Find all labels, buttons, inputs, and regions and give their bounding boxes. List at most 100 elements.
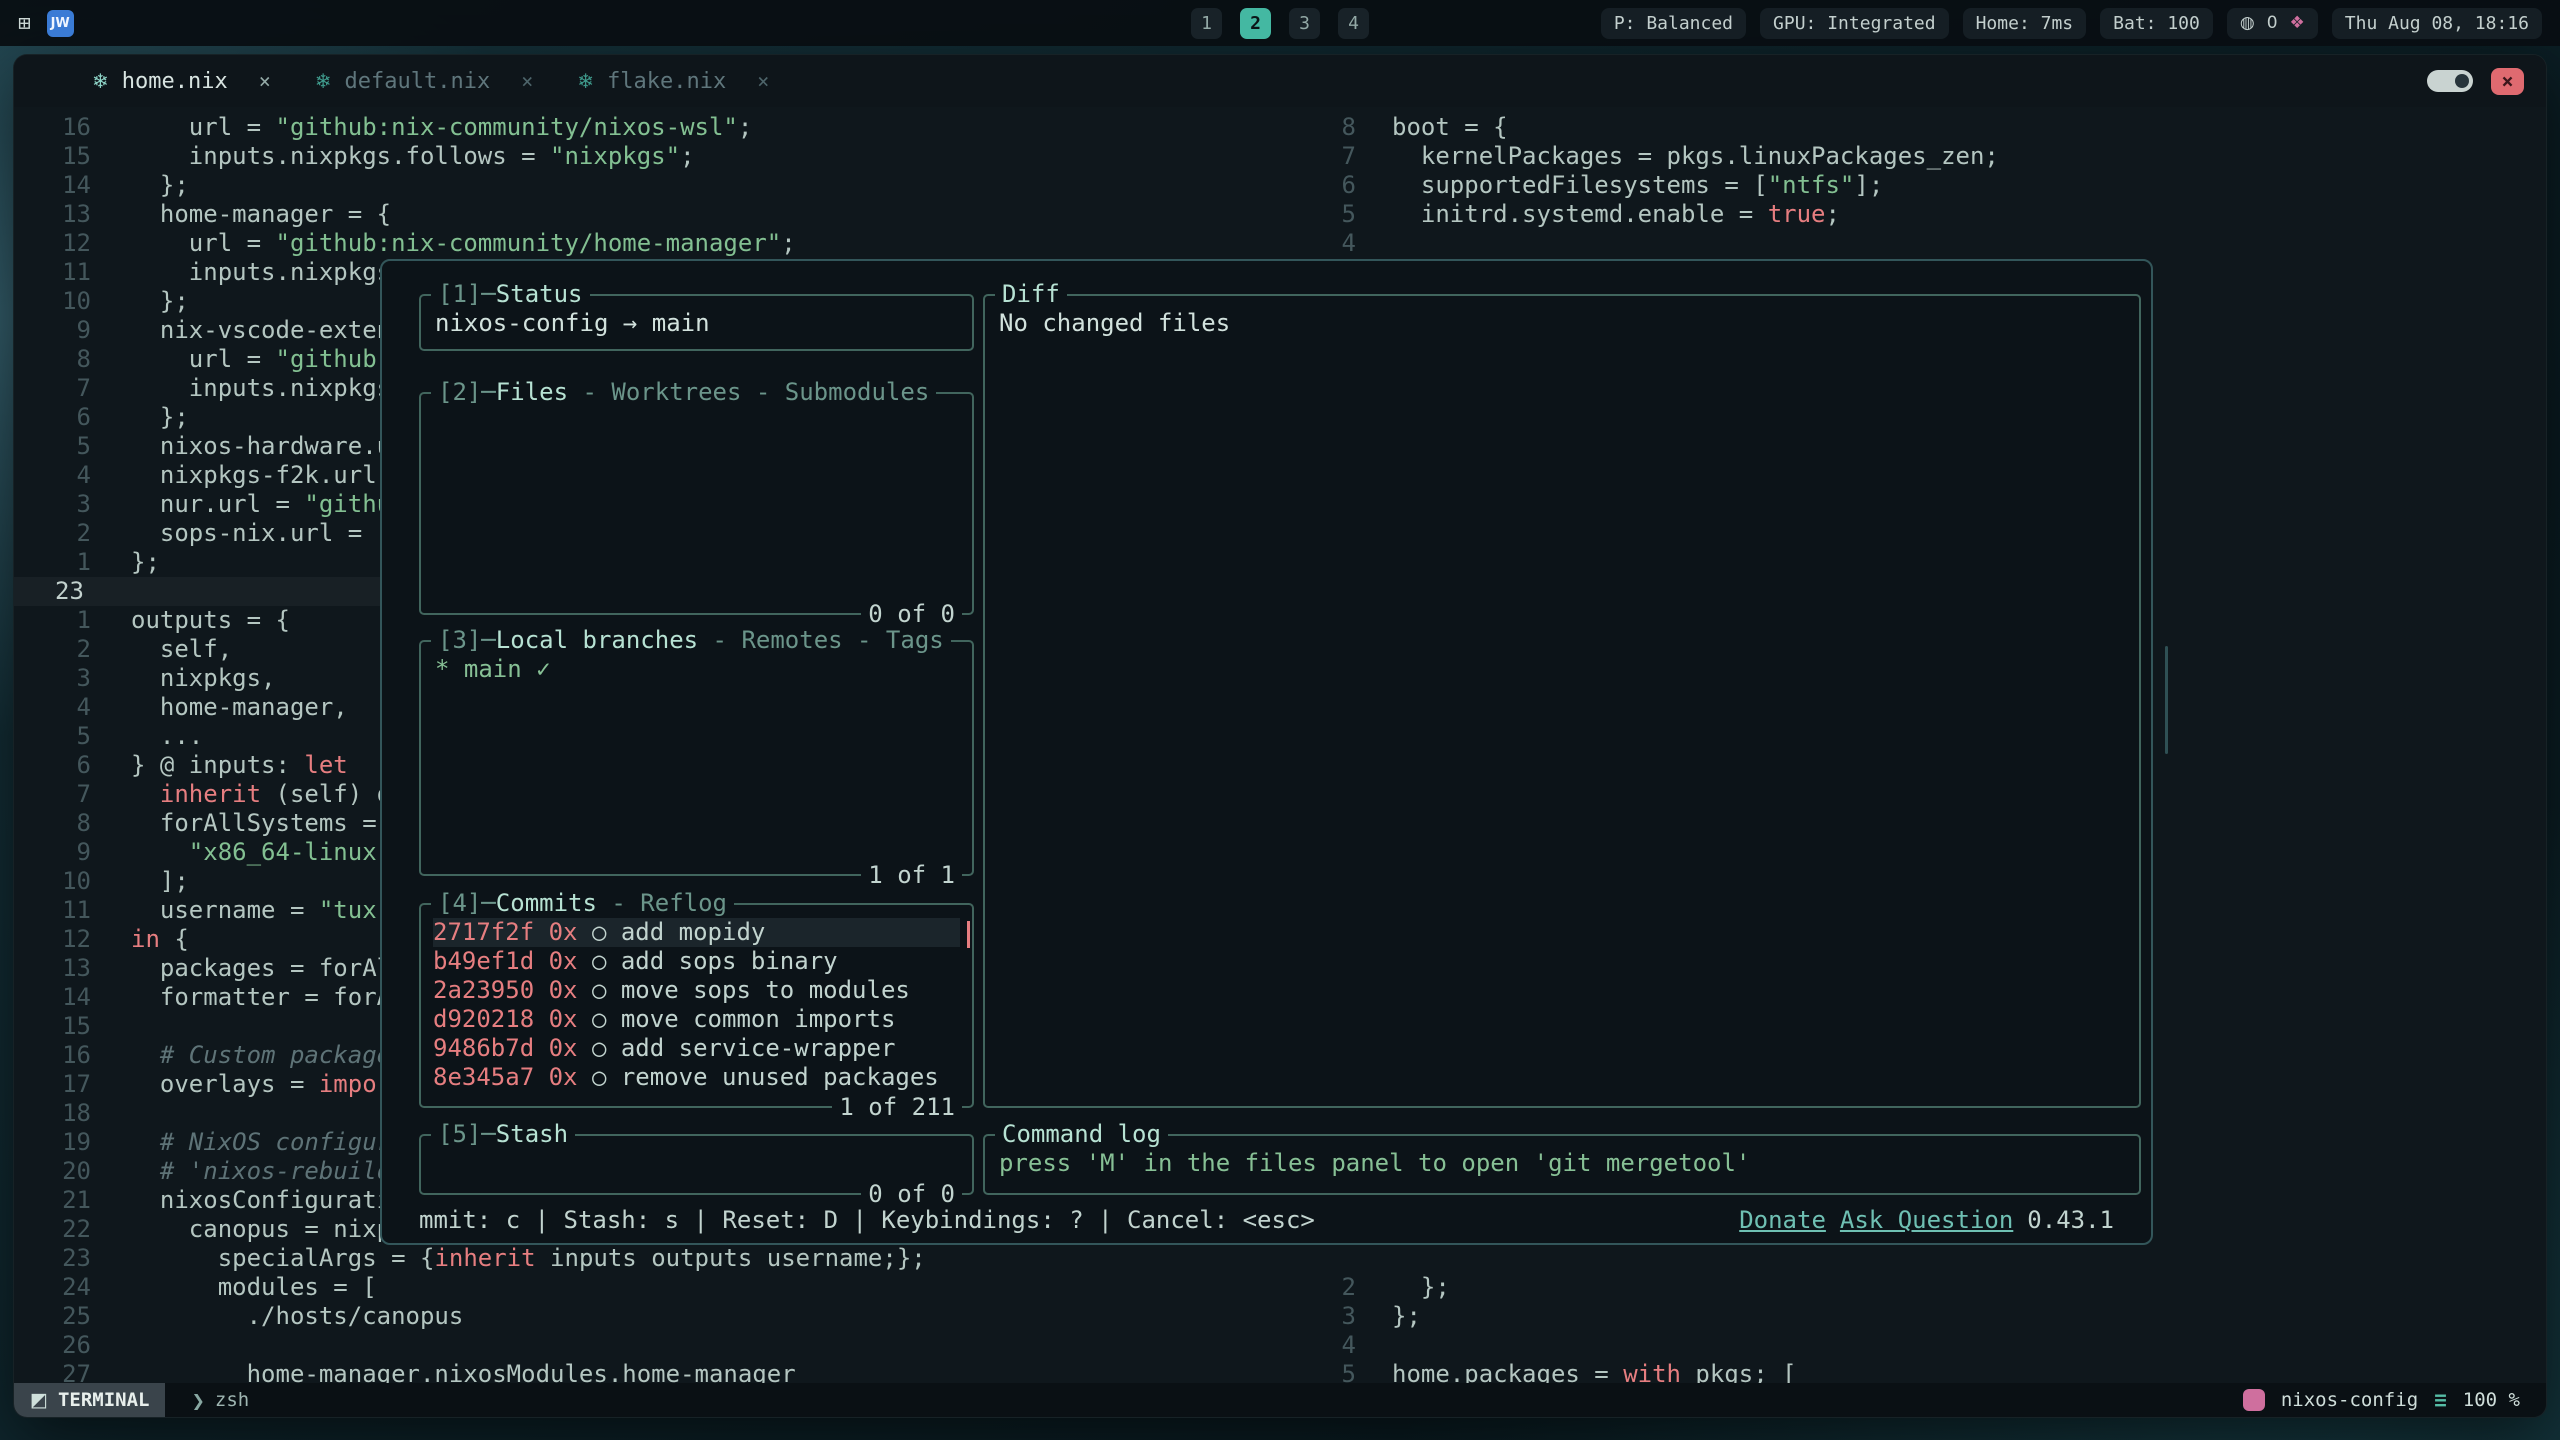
lazygit-files-panel[interactable]: [2]─Files - Worktrees - Submodules 0 of … [419, 392, 974, 615]
code-line: 2 }; [1307, 1273, 2546, 1302]
shell-icon: ❯ [191, 1391, 204, 1410]
tab-close-icon[interactable]: × [259, 69, 271, 93]
code-line: 26 [14, 1331, 1307, 1360]
lazygit-branches-panel[interactable]: [3]─Local branches - Remotes - Tags * ma… [419, 640, 974, 876]
terminal-window: ❄home.nix× ❄default.nix× ❄flake.nix× × 16 … [13, 54, 2547, 1418]
commit-row[interactable]: 9486b7d 0x ○ add service-wrapper [433, 1034, 960, 1063]
code-line: 23 specialArgs = {inherit inputs outputs… [14, 1244, 1307, 1273]
line-number: 18 [14, 1099, 91, 1128]
line-number: 21 [14, 1186, 91, 1215]
line-number: 9 [14, 838, 91, 867]
tab-default.nix[interactable]: ❄default.nix× [315, 69, 534, 94]
panel-title-commits: [4]─Commits - Reflog [431, 889, 734, 918]
workspace-button-2[interactable]: 2 [1240, 8, 1271, 39]
app-launcher-icon[interactable]: ⊞ [18, 11, 31, 35]
commit-row[interactable]: 8e345a7 0x ○ remove unused packages [433, 1063, 960, 1092]
shell-label: zsh [215, 1389, 249, 1411]
tab-close-icon[interactable]: × [757, 69, 769, 93]
lazygit-command-log-panel[interactable]: Command log press 'M' in the files panel… [983, 1134, 2141, 1195]
tab-close-icon[interactable]: × [521, 69, 533, 93]
link-ask-question[interactable]: Ask Question [1840, 1206, 2013, 1235]
network-icon[interactable]: ◍ [2240, 13, 2255, 33]
tab-bar: ❄home.nix× ❄default.nix× ❄flake.nix× × [14, 55, 2546, 107]
logo-badge[interactable]: JW [47, 10, 74, 37]
tab-flake.nix[interactable]: ❄flake.nix× [577, 69, 769, 94]
diff-empty-message: No changed files [999, 309, 2127, 338]
line-number: 6 [1307, 171, 1356, 200]
commit-row[interactable]: 2717f2f 0x ○ add mopidy [433, 918, 960, 947]
line-number: 16 [14, 1041, 91, 1070]
session-icon [2243, 1389, 2265, 1411]
commit-row[interactable]: 2a23950 0x ○ move sops to modules [433, 976, 960, 1005]
updates-badge[interactable]: 0 [2267, 13, 2278, 33]
lazygit-stash-panel[interactable]: [5]─Stash 0 of 0 [419, 1134, 974, 1195]
line-number: 10 [14, 287, 91, 316]
line-number: 22 [14, 1215, 91, 1244]
panel-title-branches: [3]─Local branches - Remotes - Tags [431, 626, 951, 655]
code-line: 24 modules = [ [14, 1273, 1307, 1302]
line-number: 8 [14, 809, 91, 838]
line-number: 19 [14, 1128, 91, 1157]
tabs: ❄home.nix× ❄default.nix× ❄flake.nix× [92, 69, 769, 94]
lazygit-status-panel[interactable]: [1]─Status nixos-config → main [419, 294, 974, 351]
status-pill[interactable]: GPU: Integrated [1760, 8, 1949, 39]
line-number: 20 [14, 1157, 91, 1186]
line-number: 11 [14, 896, 91, 925]
line-number: 7 [14, 374, 91, 403]
commits-count: 1 of 211 [832, 1093, 962, 1122]
tray: ◍ 0 ❖ [2227, 8, 2318, 39]
status-pill[interactable]: Bat: 100 [2100, 8, 2213, 39]
commit-row[interactable]: d920218 0x ○ move common imports [433, 1005, 960, 1034]
line-number: 2 [1307, 1273, 1356, 1302]
panel-title-status: [1]─Status [431, 280, 590, 309]
editor-scrollbar[interactable] [2165, 646, 2168, 754]
line-number: 13 [14, 954, 91, 983]
scroll-percent: 100 % [2463, 1389, 2520, 1411]
shell-indicator: ❯ zsh [191, 1389, 249, 1411]
nix-snowflake-icon: ❄ [92, 69, 109, 93]
editor-area: 16 url = "github:nix-community/nixos-wsl… [14, 107, 2546, 1383]
workspaces: 1234 [1191, 8, 1369, 39]
mode-label: TERMINAL [58, 1389, 150, 1411]
workspace-button-1[interactable]: 1 [1191, 8, 1222, 39]
status-pill[interactable]: P: Balanced [1601, 8, 1746, 39]
line-number: 23 [14, 577, 91, 606]
branch-row[interactable]: * main ✓ [435, 655, 960, 684]
commit-row[interactable]: b49ef1d 0x ○ add sops binary [433, 947, 960, 976]
palette-icon[interactable]: ❖ [2290, 13, 2305, 33]
line-number: 25 [14, 1302, 91, 1331]
line-number: 10 [14, 867, 91, 896]
code-line: 12 url = "github:nix-community/home-mana… [14, 229, 1307, 258]
stash-count: 0 of 0 [861, 1180, 962, 1209]
code-line: 4 [1307, 229, 2546, 258]
lazygit-bottom-line: mmit: c | Stash: s | Reset: D | Keybindi… [419, 1206, 2114, 1235]
window-controls: × [2427, 68, 2524, 95]
lazygit-diff-panel[interactable]: Diff No changed files [983, 294, 2141, 1108]
lazygit-commits-panel[interactable]: [4]─Commits - Reflog 2717f2f 0x ○ add mo… [419, 903, 974, 1108]
line-number: 2 [14, 635, 91, 664]
line-number: 5 [1307, 200, 1356, 229]
line-number: 5 [14, 722, 91, 751]
system-status-bar: ⊞ JW 1234 P: Balanced GPU: Integrated Home… [0, 0, 2560, 46]
lazygit-links: DonateAsk Question0.43.1 [1739, 1206, 2114, 1235]
workspace-button-3[interactable]: 3 [1289, 8, 1320, 39]
link-donate[interactable]: Donate [1739, 1206, 1826, 1235]
panel-title-stash: [5]─Stash [431, 1120, 575, 1149]
line-number: 6 [14, 403, 91, 432]
line-number: 3 [1307, 1302, 1356, 1331]
clock[interactable]: Thu Aug 08, 18:16 [2332, 8, 2542, 39]
line-number: 23 [14, 1244, 91, 1273]
files-count: 0 of 0 [861, 600, 962, 629]
tab-home.nix[interactable]: ❄home.nix× [92, 69, 271, 94]
window-close-button[interactable]: × [2491, 68, 2524, 95]
line-number: 5 [14, 432, 91, 461]
toggle-pill[interactable] [2427, 70, 2473, 92]
nix-snowflake-icon: ❄ [577, 69, 594, 93]
line-number: 12 [14, 229, 91, 258]
status-pill[interactable]: Home: 7ms [1963, 8, 2087, 39]
keybind-hints: mmit: c | Stash: s | Reset: D | Keybindi… [419, 1206, 1315, 1235]
workspace-button-4[interactable]: 4 [1338, 8, 1369, 39]
code-line: 15 inputs.nixpkgs.follows = "nixpkgs"; [14, 142, 1307, 171]
commits-scrollbar[interactable] [967, 921, 970, 948]
line-number: 5 [1307, 1360, 1356, 1383]
